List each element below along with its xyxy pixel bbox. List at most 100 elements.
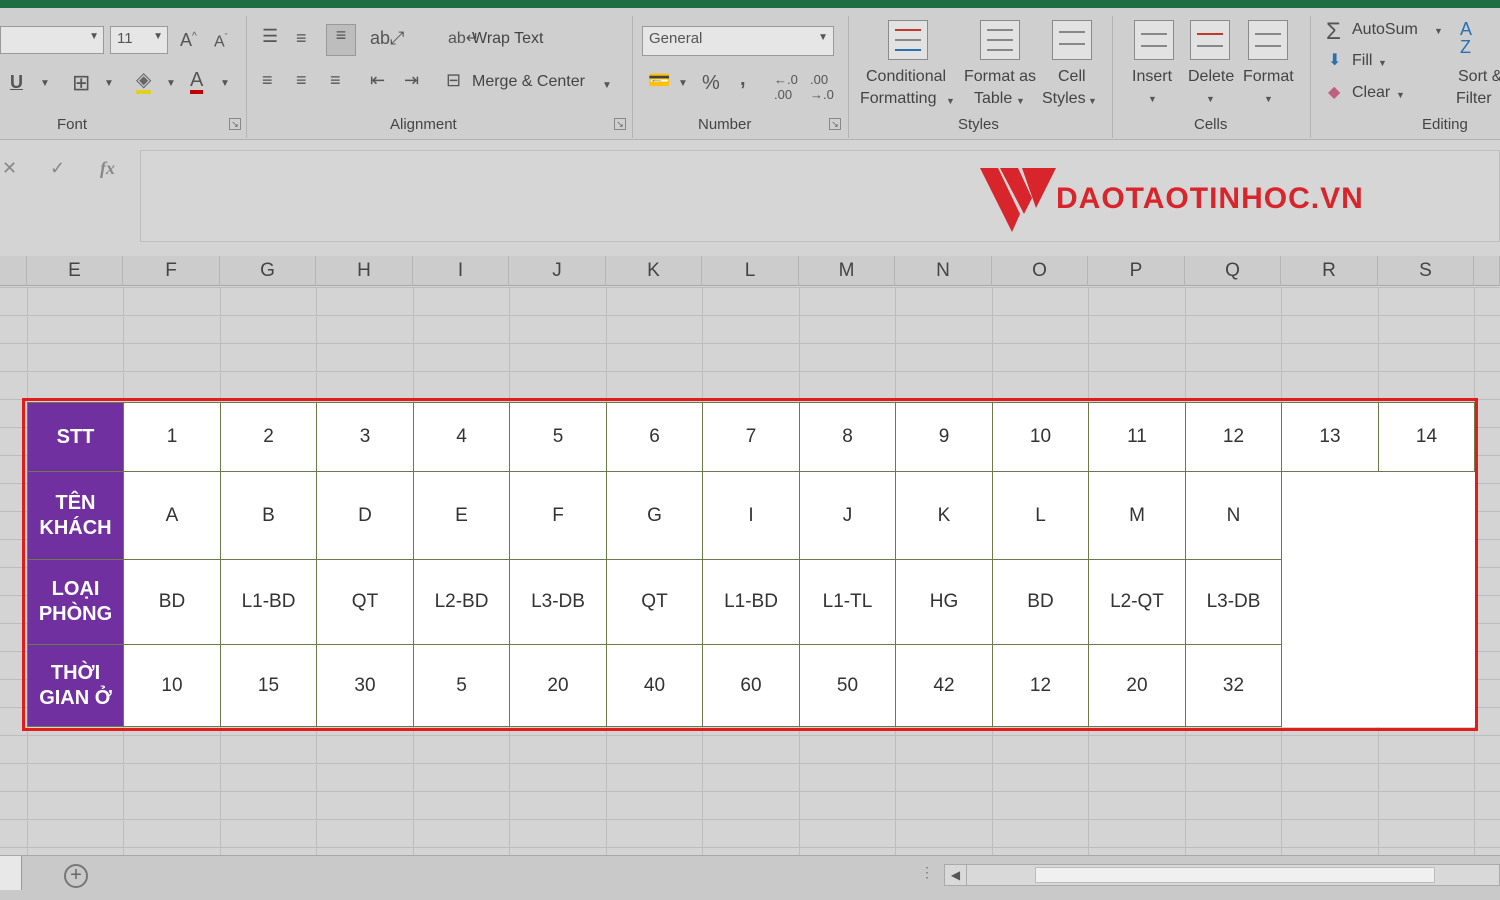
add-sheet-icon[interactable]: + (64, 864, 88, 888)
ribbon: ▼ 11 ▼ A^ Aˇ U ▼ ⊞ ▼ ◈ ▼ A ▼ Font ↘ ☰ ≡ … (0, 8, 1500, 140)
cell-styles-button-line1[interactable]: Cell (1058, 68, 1086, 86)
increase-decimal-icon[interactable]: ←.0.00 (774, 72, 798, 102)
chevron-down-icon[interactable]: ▼ (678, 78, 688, 89)
title-strip (0, 0, 1500, 8)
font-size-value: 11 (117, 30, 133, 47)
column-header[interactable]: R (1281, 256, 1378, 286)
chevron-down-icon[interactable]: ▼ (220, 78, 230, 89)
editing-group-label: Editing (1422, 116, 1468, 133)
merge-center-icon[interactable]: ⊟ (446, 70, 461, 91)
separator (848, 16, 849, 138)
conditional-formatting-button-line1[interactable]: Conditional (866, 68, 946, 86)
column-header-partial[interactable] (1474, 256, 1500, 286)
decrease-decimal-icon[interactable]: .00 →.0 (810, 72, 834, 102)
decrease-font-icon[interactable]: Aˇ (214, 32, 228, 51)
clear-button[interactable]: Clear (1352, 84, 1390, 102)
font-dialog-launcher[interactable]: ↘ (229, 118, 241, 130)
tab-split-handle-icon[interactable]: ⋮ (920, 864, 934, 881)
insert-function-icon[interactable]: fx (100, 158, 115, 179)
format-as-table-icon[interactable] (980, 20, 1020, 60)
scroll-left-icon[interactable]: ◀ (945, 865, 967, 885)
column-header[interactable]: L (702, 256, 799, 286)
number-format-value: General (649, 30, 703, 47)
delete-button[interactable]: Delete (1188, 68, 1234, 86)
enter-icon[interactable]: ✓ (50, 158, 65, 179)
chevron-down-icon[interactable]: ▼ (602, 80, 612, 91)
align-left-icon[interactable]: ≡ (262, 70, 273, 91)
align-top-icon[interactable]: ☰ (262, 26, 278, 47)
horizontal-scrollbar[interactable]: ◀ (944, 864, 1500, 886)
sort-filter-button-line1[interactable]: Sort & (1458, 68, 1500, 86)
alignment-dialog-launcher[interactable]: ↘ (614, 118, 626, 130)
sheet-tab-bar: + ⋮ ◀ (0, 855, 1500, 900)
chevron-down-icon[interactable]: ▼ (40, 78, 50, 89)
autosum-icon[interactable]: Σ (1326, 18, 1341, 46)
comma-button[interactable]: , (740, 68, 746, 91)
format-as-table-button-line1[interactable]: Format as (964, 68, 1036, 86)
chevron-down-icon: ▼ (1264, 94, 1273, 104)
number-format-dropdown[interactable]: General ▼ (642, 26, 834, 56)
wrap-text-button[interactable]: Wrap Text (472, 30, 543, 48)
align-bottom-icon[interactable]: ≡ (326, 24, 356, 56)
insert-button[interactable]: Insert (1132, 68, 1172, 86)
column-header[interactable]: M (799, 256, 895, 286)
eraser-icon[interactable]: ◆ (1328, 82, 1340, 102)
column-header[interactable]: G (220, 256, 316, 286)
column-header[interactable]: O (992, 256, 1088, 286)
align-middle-icon[interactable]: ≡ (296, 28, 307, 49)
column-header[interactable]: J (509, 256, 606, 286)
column-header[interactable]: K (606, 256, 702, 286)
fill-button[interactable]: Fill (1352, 52, 1372, 70)
formula-bar-controls: ✕ ✓ fx (0, 150, 138, 190)
column-header[interactable]: E (27, 256, 123, 286)
scrollbar-thumb[interactable] (1035, 867, 1435, 883)
format-button[interactable]: Format (1243, 68, 1294, 86)
autosum-button[interactable]: AutoSum (1352, 21, 1418, 39)
chevron-down-icon: ▼ (1434, 26, 1443, 36)
delete-cells-icon[interactable] (1190, 20, 1230, 60)
fill-icon[interactable]: ⬇ (1328, 50, 1341, 70)
align-right-icon[interactable]: ≡ (330, 70, 341, 91)
sheet-tab[interactable] (0, 856, 22, 890)
format-as-table-button-line2[interactable]: Table (974, 90, 1012, 108)
chevron-down-icon[interactable]: ▼ (104, 78, 114, 89)
number-dialog-launcher[interactable]: ↘ (829, 118, 841, 130)
column-header[interactable]: S (1378, 256, 1474, 286)
orientation-icon[interactable]: ab⤢ (370, 28, 404, 49)
decrease-indent-icon[interactable]: ⇤ (370, 70, 385, 91)
cancel-icon[interactable]: ✕ (2, 158, 17, 179)
underline-icon[interactable]: U (10, 72, 23, 93)
align-center-icon[interactable]: ≡ (296, 70, 307, 91)
chevron-down-icon[interactable]: ▼ (166, 78, 176, 89)
font-size-dropdown[interactable]: 11 ▼ (110, 26, 168, 54)
percent-button[interactable]: % (702, 72, 720, 95)
column-header[interactable]: P (1088, 256, 1185, 286)
chevron-down-icon: ▼ (1148, 94, 1157, 104)
fill-color-icon[interactable]: ◈ (136, 70, 152, 94)
column-header[interactable]: Q (1185, 256, 1281, 286)
format-cells-icon[interactable] (1248, 20, 1288, 60)
column-header-corner[interactable] (0, 256, 27, 286)
chevron-down-icon: ▼ (1016, 96, 1025, 106)
conditional-formatting-button-line2[interactable]: Formatting (860, 90, 936, 108)
font-color-icon[interactable]: A (190, 70, 204, 94)
font-name-dropdown[interactable]: ▼ (0, 26, 104, 54)
cell-styles-button-line2[interactable]: Styles (1042, 90, 1086, 108)
currency-icon[interactable]: 💳 (648, 70, 670, 91)
insert-cells-icon[interactable] (1134, 20, 1174, 60)
sort-filter-icon[interactable]: AZ (1460, 20, 1472, 56)
column-header[interactable]: I (413, 256, 509, 286)
column-header[interactable]: F (123, 256, 220, 286)
cell-styles-icon[interactable] (1052, 20, 1092, 60)
column-header[interactable]: N (895, 256, 992, 286)
increase-indent-icon[interactable]: ⇥ (404, 70, 419, 91)
increase-font-icon[interactable]: A^ (180, 30, 197, 51)
watermark-logo: DAOTAOTINHOC.VN (978, 164, 1418, 236)
sort-filter-button-line2[interactable]: Filter (1456, 90, 1492, 108)
column-header[interactable]: H (316, 256, 413, 286)
logo-text: DAOTAOTINHOC.VN (1056, 182, 1364, 215)
chevron-down-icon: ▼ (89, 31, 99, 42)
borders-icon[interactable]: ⊞ (72, 70, 90, 96)
merge-center-button[interactable]: Merge & Center (472, 73, 585, 91)
conditional-formatting-icon[interactable] (888, 20, 928, 60)
